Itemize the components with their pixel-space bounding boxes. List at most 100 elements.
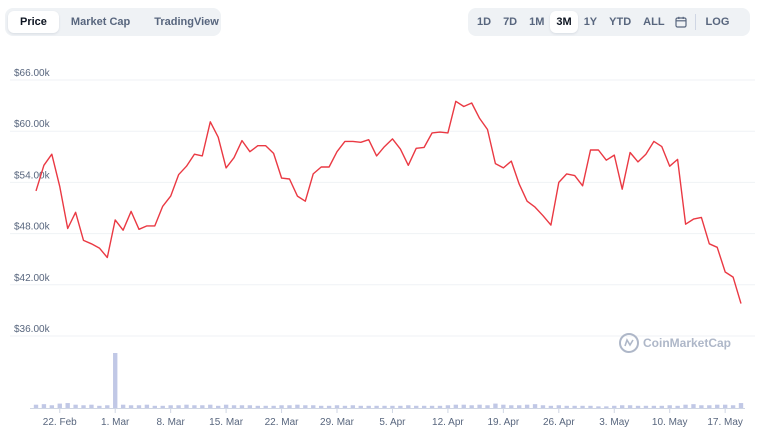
volume-bar bbox=[635, 405, 641, 408]
volume-bar bbox=[643, 405, 649, 408]
volume-bar bbox=[540, 405, 546, 408]
volume-bar bbox=[596, 406, 601, 408]
volume-bar bbox=[81, 405, 86, 408]
volume-bar bbox=[89, 404, 94, 408]
volume-bar bbox=[675, 405, 680, 408]
volume-bar bbox=[620, 405, 625, 408]
y-tick-label: $42.00k bbox=[14, 273, 51, 284]
volume-bar bbox=[255, 405, 260, 408]
x-tick-label: 19. Apr bbox=[488, 417, 520, 428]
volume-bar bbox=[366, 405, 371, 408]
volume-bar bbox=[168, 405, 173, 408]
volume-bar bbox=[493, 403, 498, 408]
volume-bar bbox=[707, 405, 712, 408]
volume-bar bbox=[65, 403, 70, 408]
volume-bar bbox=[437, 405, 443, 408]
volume-bar bbox=[105, 405, 110, 408]
volume-bar bbox=[461, 404, 466, 408]
volume-bar bbox=[271, 405, 276, 408]
x-tick-label: 10. May bbox=[652, 417, 688, 428]
watermark-text: CoinMarketCap bbox=[643, 336, 731, 350]
volume-bar bbox=[152, 405, 157, 408]
y-axis-labels: $36.00k $42.00k $48.00k $54.00k $60.00k $66.0… bbox=[14, 68, 51, 335]
volume-bar bbox=[398, 405, 403, 408]
x-tick-label: 15. Mar bbox=[209, 417, 244, 428]
volume-bar bbox=[97, 405, 102, 408]
volume-bar bbox=[580, 405, 585, 408]
volume-bar bbox=[176, 405, 181, 408]
volume-bar bbox=[41, 404, 47, 408]
x-tick-label: 8. Mar bbox=[156, 417, 185, 428]
volume-bar bbox=[588, 405, 593, 408]
coinmarketcap-logo-icon bbox=[619, 333, 639, 353]
volume-bar bbox=[477, 404, 482, 408]
volume-bar bbox=[683, 404, 688, 408]
volume-bar bbox=[318, 405, 324, 408]
volume-bar bbox=[659, 405, 664, 408]
volume-bar bbox=[445, 405, 451, 408]
volume-bar bbox=[279, 405, 284, 408]
y-tick-label: $36.00k bbox=[14, 324, 51, 335]
volume-bar bbox=[524, 404, 530, 408]
x-tick-label: 1. Mar bbox=[101, 417, 130, 428]
volume-bar bbox=[303, 405, 308, 408]
volume-bar bbox=[239, 405, 245, 408]
volume-bar bbox=[738, 403, 744, 408]
volume-bar bbox=[311, 405, 316, 408]
y-tick-label: $66.00k bbox=[14, 68, 51, 79]
volume-bar bbox=[358, 405, 363, 408]
volume-bar bbox=[295, 404, 300, 408]
volume-bar bbox=[548, 405, 554, 408]
volume-bar bbox=[144, 404, 150, 408]
volume-bar bbox=[390, 405, 395, 408]
volume-bar bbox=[517, 405, 522, 408]
x-tick-label: 22. Feb bbox=[43, 417, 77, 428]
y-tick-label: $48.00k bbox=[14, 222, 51, 233]
y-tick-label: $54.00k bbox=[14, 170, 51, 181]
volume-bar bbox=[73, 404, 78, 408]
volume-bar bbox=[572, 405, 577, 408]
volume-bar bbox=[485, 405, 490, 408]
x-tick-label: 17. May bbox=[707, 417, 743, 428]
x-tick-label: 22. Mar bbox=[265, 417, 300, 428]
volume-bar bbox=[699, 405, 704, 408]
volume-bar bbox=[382, 405, 387, 408]
volume-bar bbox=[691, 404, 696, 408]
volume-bar bbox=[200, 405, 205, 408]
x-axis-labels: 22. Feb 1. Mar 8. Mar 15. Mar 22. Mar 29. Mar… bbox=[43, 408, 743, 428]
volume-bars bbox=[33, 353, 744, 408]
volume-bar bbox=[604, 406, 609, 408]
x-tick-label: 26. Apr bbox=[543, 417, 575, 428]
volume-bar bbox=[715, 404, 720, 408]
volume-bar bbox=[421, 405, 427, 408]
volume-bar bbox=[49, 405, 55, 408]
volume-bar bbox=[192, 405, 197, 408]
volume-bar bbox=[429, 405, 435, 408]
volume-bar bbox=[627, 405, 633, 408]
x-tick-label: 5. Apr bbox=[379, 417, 406, 428]
volume-bar bbox=[730, 405, 736, 408]
volume-bar bbox=[231, 405, 237, 408]
x-tick-label: 12. Apr bbox=[432, 417, 464, 428]
volume-bar bbox=[532, 404, 538, 408]
volume-bar bbox=[509, 405, 514, 408]
volume-bar bbox=[287, 405, 292, 408]
volume-bar bbox=[667, 405, 672, 408]
x-tick-label: 3. May bbox=[599, 417, 629, 428]
volume-bar bbox=[326, 405, 332, 408]
volume-bar bbox=[223, 404, 229, 408]
volume-bar bbox=[216, 405, 221, 408]
volume-bar bbox=[57, 403, 62, 408]
volume-bar bbox=[501, 404, 506, 408]
volume-bar bbox=[120, 404, 126, 408]
volume-bar bbox=[263, 405, 268, 408]
watermark: CoinMarketCap bbox=[619, 333, 731, 353]
volume-bar bbox=[113, 353, 118, 408]
price-chart: $36.00k $42.00k $48.00k $54.00k $60.00k $66.0… bbox=[10, 68, 755, 428]
volume-bar bbox=[334, 405, 340, 408]
volume-bar bbox=[406, 405, 411, 408]
volume-bar bbox=[247, 405, 253, 408]
volume-bar bbox=[350, 405, 356, 408]
volume-bar bbox=[564, 405, 569, 408]
volume-bar bbox=[722, 404, 728, 408]
